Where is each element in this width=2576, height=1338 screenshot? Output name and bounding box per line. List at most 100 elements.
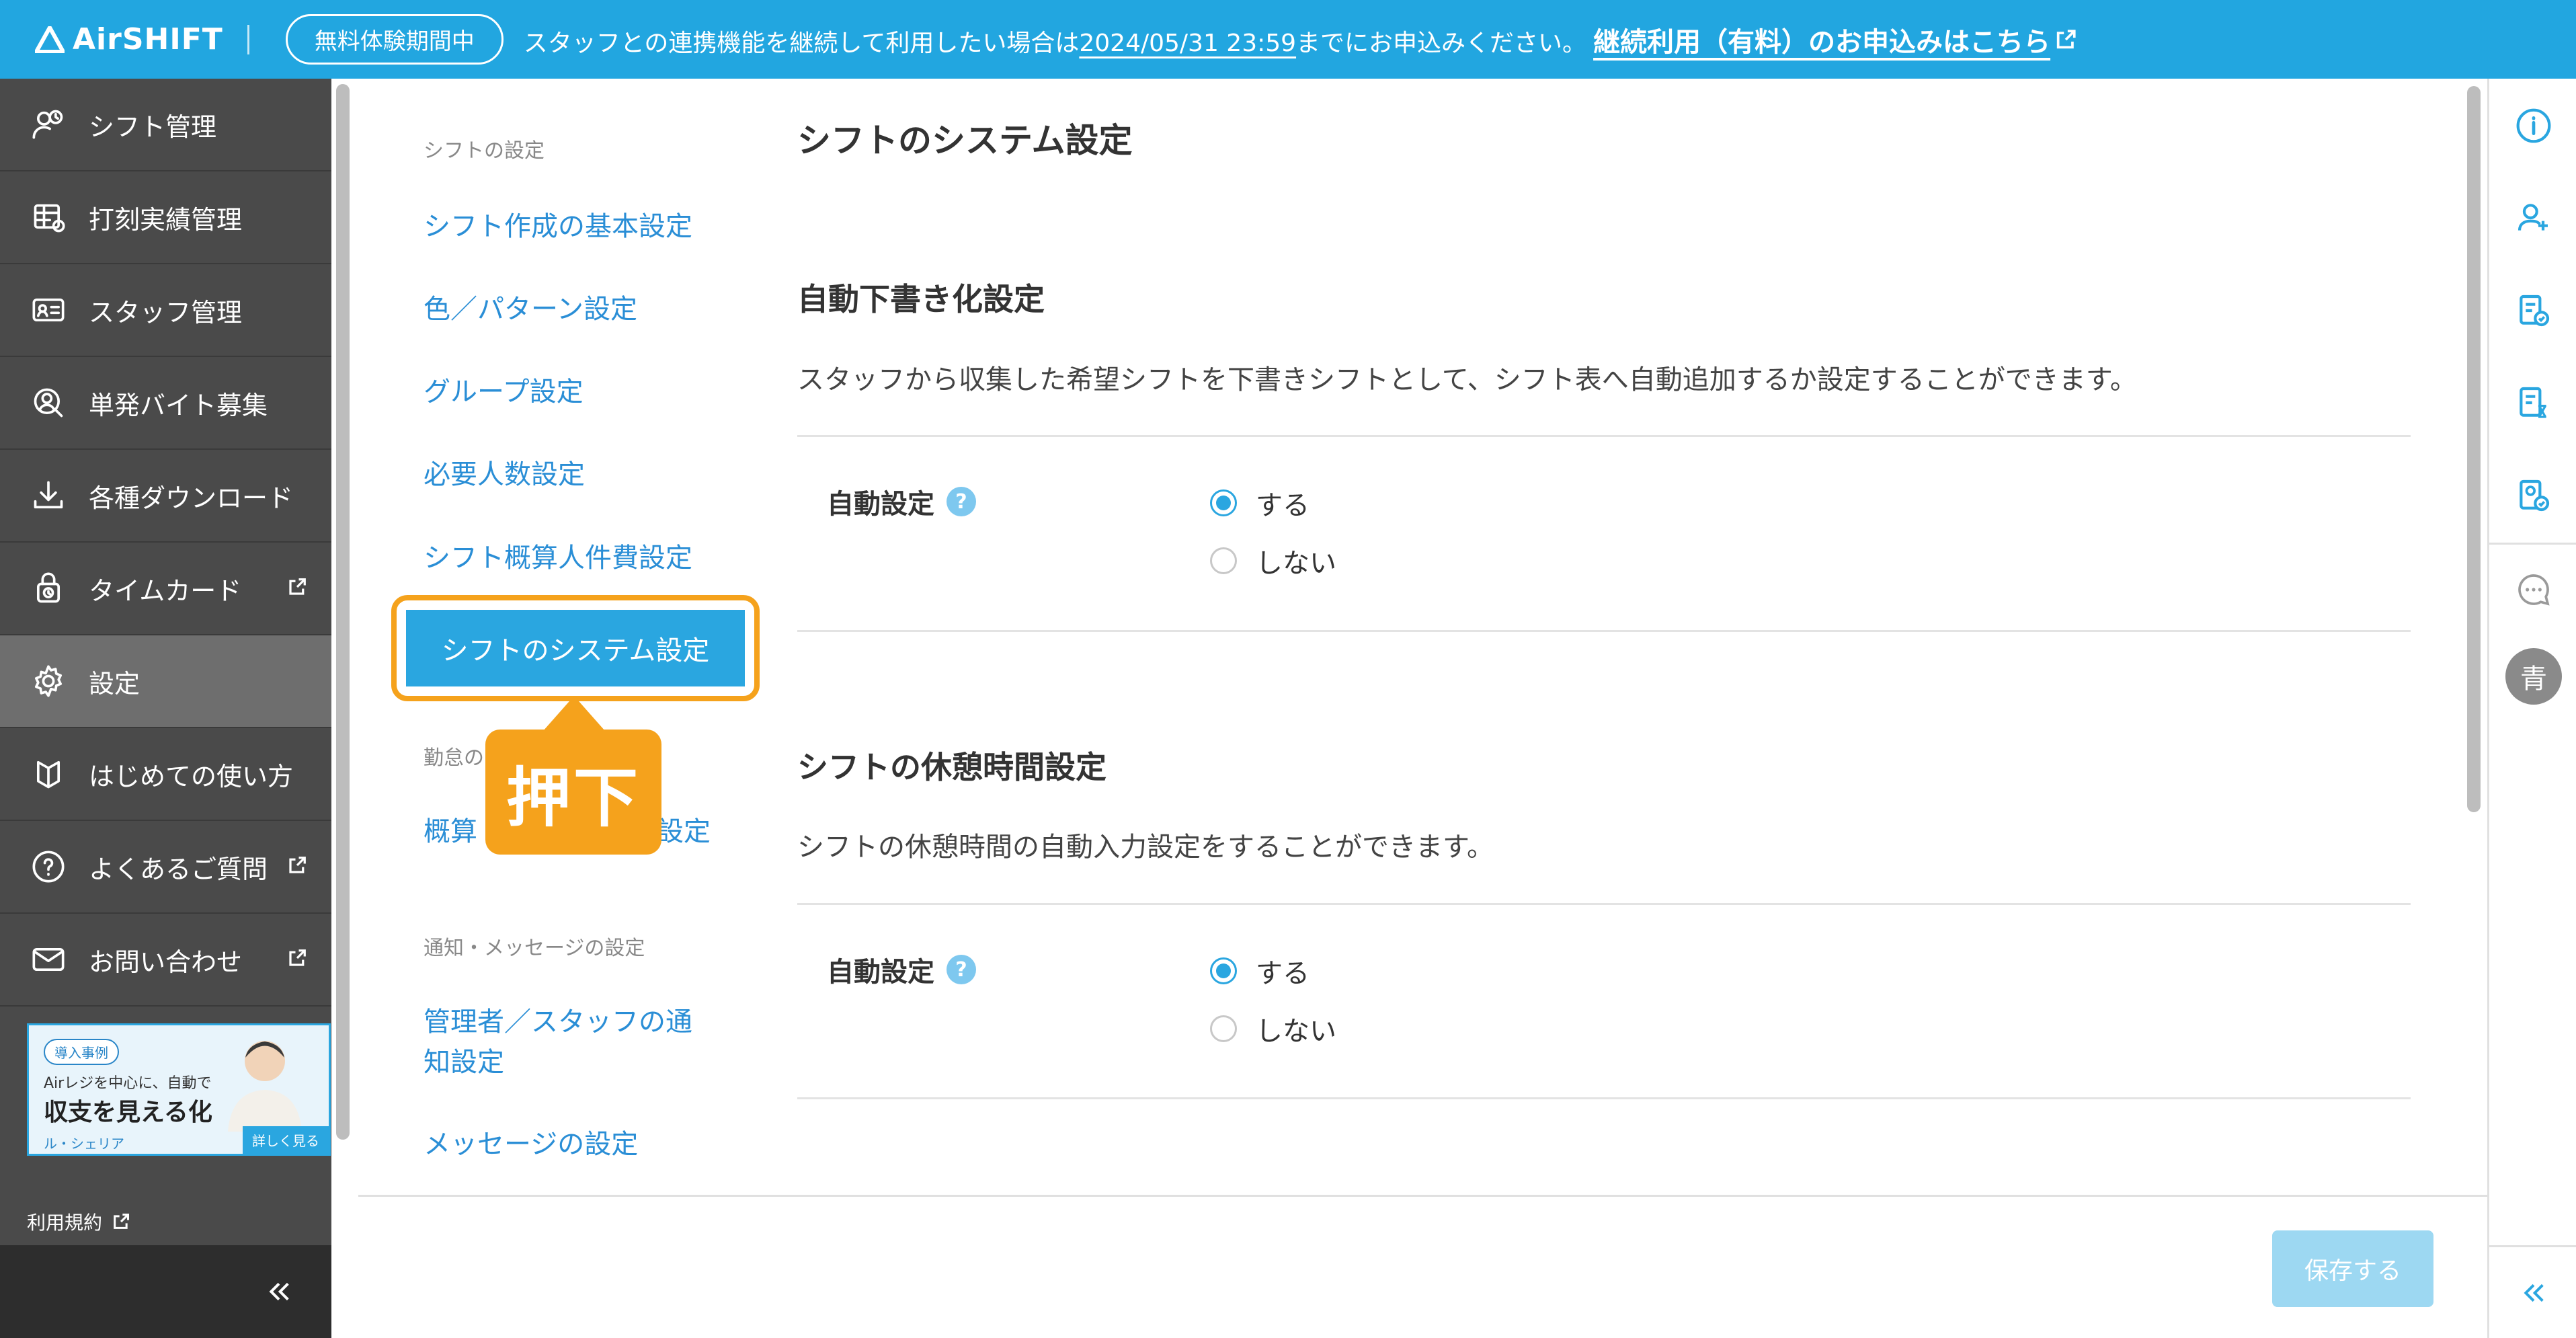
rail-divider <box>2489 543 2576 545</box>
subnav-link-message[interactable]: メッセージの設定 <box>424 1124 638 1165</box>
question-icon <box>30 848 67 886</box>
divider <box>797 630 2411 632</box>
notice-date: 2024/05/31 23:59 <box>1079 29 1297 57</box>
document-person-icon <box>2520 479 2550 512</box>
chat-button[interactable] <box>2513 569 2554 610</box>
sidebar-item-recruit[interactable]: 単発バイト募集 <box>0 357 331 450</box>
terms-label: 利用規約 <box>27 1212 103 1234</box>
doc-person-button[interactable] <box>2513 475 2554 516</box>
right-rail: 青 <box>2487 79 2576 1338</box>
user-avatar[interactable]: 青 <box>2505 648 2562 705</box>
main-scrollbar[interactable] <box>2467 86 2481 812</box>
sidebar-item-shift[interactable]: シフト管理 <box>0 79 331 171</box>
settings-subnav: シフトの設定 シフト作成の基本設定 色／パターン設定 グループ設定 必要人数設定… <box>356 79 773 1188</box>
sidebar-item-label: スタッフ管理 <box>89 297 243 327</box>
sidebar-nav: シフト管理打刻実績管理 スタッフ管理 単発バイト募集各種ダウンロードタイムカード 設定… <box>0 79 331 1007</box>
help-icon[interactable]: ? <box>947 955 976 984</box>
sidebar-item-label: タイムカード <box>89 576 242 606</box>
subnav-section-shift: シフトの設定 <box>424 139 545 163</box>
double-chevron-left-icon <box>2524 1284 2544 1302</box>
doc-check-button[interactable] <box>2513 290 2554 331</box>
external-link-icon <box>289 949 306 966</box>
subnav-link-group[interactable]: グループ設定 <box>424 372 583 412</box>
logo-text: AirSHIFT <box>73 22 223 56</box>
shift-icon <box>30 106 67 143</box>
sidebar-item-mail[interactable]: お問い合わせ <box>0 914 331 1007</box>
top-banner: AirSHIFT 無料体験期間中 スタッフとの連携機能を継続して利用したい場合は… <box>0 0 2576 79</box>
save-button[interactable]: 保存する <box>2272 1230 2433 1307</box>
external-link <box>287 852 307 881</box>
logo[interactable]: AirSHIFT <box>35 22 223 56</box>
promo-banner[interactable]: 導入事例 Airレジを中心に、自動で 収支を見える化 ル・シェリア 詳しく見る <box>27 1023 331 1156</box>
sidebar-item-staff-card[interactable]: スタッフ管理 <box>0 264 331 357</box>
doc-timer-button[interactable] <box>2513 383 2554 423</box>
external-link-icon <box>114 1213 130 1229</box>
add-user-icon <box>2518 204 2548 231</box>
promo-more-button[interactable]: 詳しく見る <box>243 1126 329 1154</box>
gear-icon <box>30 662 67 700</box>
sidebar-item-lock-clock[interactable]: タイムカード <box>0 543 331 635</box>
radio-label: する <box>1256 958 1310 989</box>
sidebar-item-beginner[interactable]: はじめての使い方 <box>0 728 331 821</box>
subnav-link-labor-cost[interactable]: シフト概算人件費設定 <box>424 538 692 578</box>
main-content: シフトのシステム設定 自動下書き化設定 スタッフから収集した希望シフトを下書きシ… <box>773 79 2411 1195</box>
download-icon <box>30 477 67 514</box>
mail-icon <box>30 941 67 978</box>
break-time-description: シフトの休憩時間の自動入力設定をすることができます。 <box>797 832 1494 863</box>
logo-divider <box>247 24 249 54</box>
subnav-link-attendance-cost-tail[interactable]: 設定 <box>657 812 711 852</box>
help-icon[interactable]: ? <box>947 487 976 516</box>
radio-unselected-icon <box>1210 547 1237 574</box>
subnav-link-notification-line2[interactable]: 知設定 <box>424 1042 504 1083</box>
document-check-icon <box>2520 294 2550 327</box>
sidebar-item-download[interactable]: 各種ダウンロード <box>0 450 331 543</box>
promo-tag: 導入事例 <box>44 1039 119 1065</box>
break-time-radio-off[interactable]: しない <box>1210 1009 1336 1048</box>
break-time-label: 自動設定 ? <box>827 950 976 989</box>
auto-draft-radio-on[interactable]: する <box>1210 483 1310 522</box>
promo-brand: ル・シェリア <box>44 1136 124 1152</box>
beginner-icon <box>30 755 67 793</box>
subnav-link-color-pattern[interactable]: 色／パターン設定 <box>424 289 637 329</box>
divider <box>797 1097 2411 1099</box>
subnav-link-required-staff[interactable]: 必要人数設定 <box>424 455 585 495</box>
subnav-link-notification-line1[interactable]: 管理者／スタッフの通 <box>424 1002 692 1042</box>
sidebar-collapse-button[interactable] <box>0 1245 331 1338</box>
promo-line1: Airレジを中心に、自動で <box>44 1075 212 1092</box>
staff-card-icon <box>30 291 67 329</box>
sidebar-item-label: 設定 <box>89 668 140 699</box>
promo-headline: 収支を見える化 <box>44 1099 212 1126</box>
info-button[interactable] <box>2513 106 2554 146</box>
sidebar-scrollbar[interactable] <box>336 84 350 1140</box>
external-link-icon <box>2056 29 2076 48</box>
terms-link[interactable]: 利用規約 <box>27 1208 130 1235</box>
sidebar-item-gear[interactable]: 設定 <box>0 635 331 728</box>
document-timer-icon <box>2520 387 2546 418</box>
trial-badge: 無料体験期間中 <box>285 14 504 65</box>
sidebar-item-label: 単発バイト募集 <box>89 390 268 420</box>
sidebar-item-label: 打刻実績管理 <box>89 204 243 235</box>
subnav-section-notification: 通知・メッセージの設定 <box>424 937 645 960</box>
subnav-link-system-settings[interactable]: シフトのシステム設定 <box>406 610 745 686</box>
external-link <box>287 574 307 603</box>
footer-bar: 保存する <box>358 1195 2487 1338</box>
app-root: AirSHIFT 無料体験期間中 スタッフとの連携機能を継続して利用したい場合は… <box>0 0 2576 1338</box>
subnav-link-attendance-cost[interactable]: 概算 <box>424 812 477 852</box>
external-link-icon <box>289 857 306 873</box>
subnav-link-basic[interactable]: シフト作成の基本設定 <box>424 206 692 247</box>
notice-prefix: スタッフとの連携機能を継続して利用したい場合は <box>523 29 1080 57</box>
sidebar-item-label: はじめての使い方 <box>89 761 294 791</box>
page-title: シフトのシステム設定 <box>797 121 1133 160</box>
break-time-radio-on[interactable]: する <box>1210 951 1310 990</box>
rail-collapse-button[interactable] <box>2489 1245 2576 1338</box>
add-user-button[interactable] <box>2513 198 2554 238</box>
auto-draft-radio-off[interactable]: しない <box>1210 541 1336 580</box>
subnav-section-attendance: 勤怠の <box>424 746 484 770</box>
continue-subscription-link[interactable]: 継続利用（有料）のお申込みはこちら <box>1593 20 2077 59</box>
radio-selected-icon <box>1210 957 1237 984</box>
sidebar-item-timecard-table[interactable]: 打刻実績管理 <box>0 171 331 264</box>
radio-label: しない <box>1256 1016 1336 1047</box>
break-time-title: シフトの休憩時間設定 <box>797 749 1106 785</box>
sidebar-item-question[interactable]: よくあるご質問 <box>0 821 331 914</box>
callout-arrow <box>543 696 605 731</box>
